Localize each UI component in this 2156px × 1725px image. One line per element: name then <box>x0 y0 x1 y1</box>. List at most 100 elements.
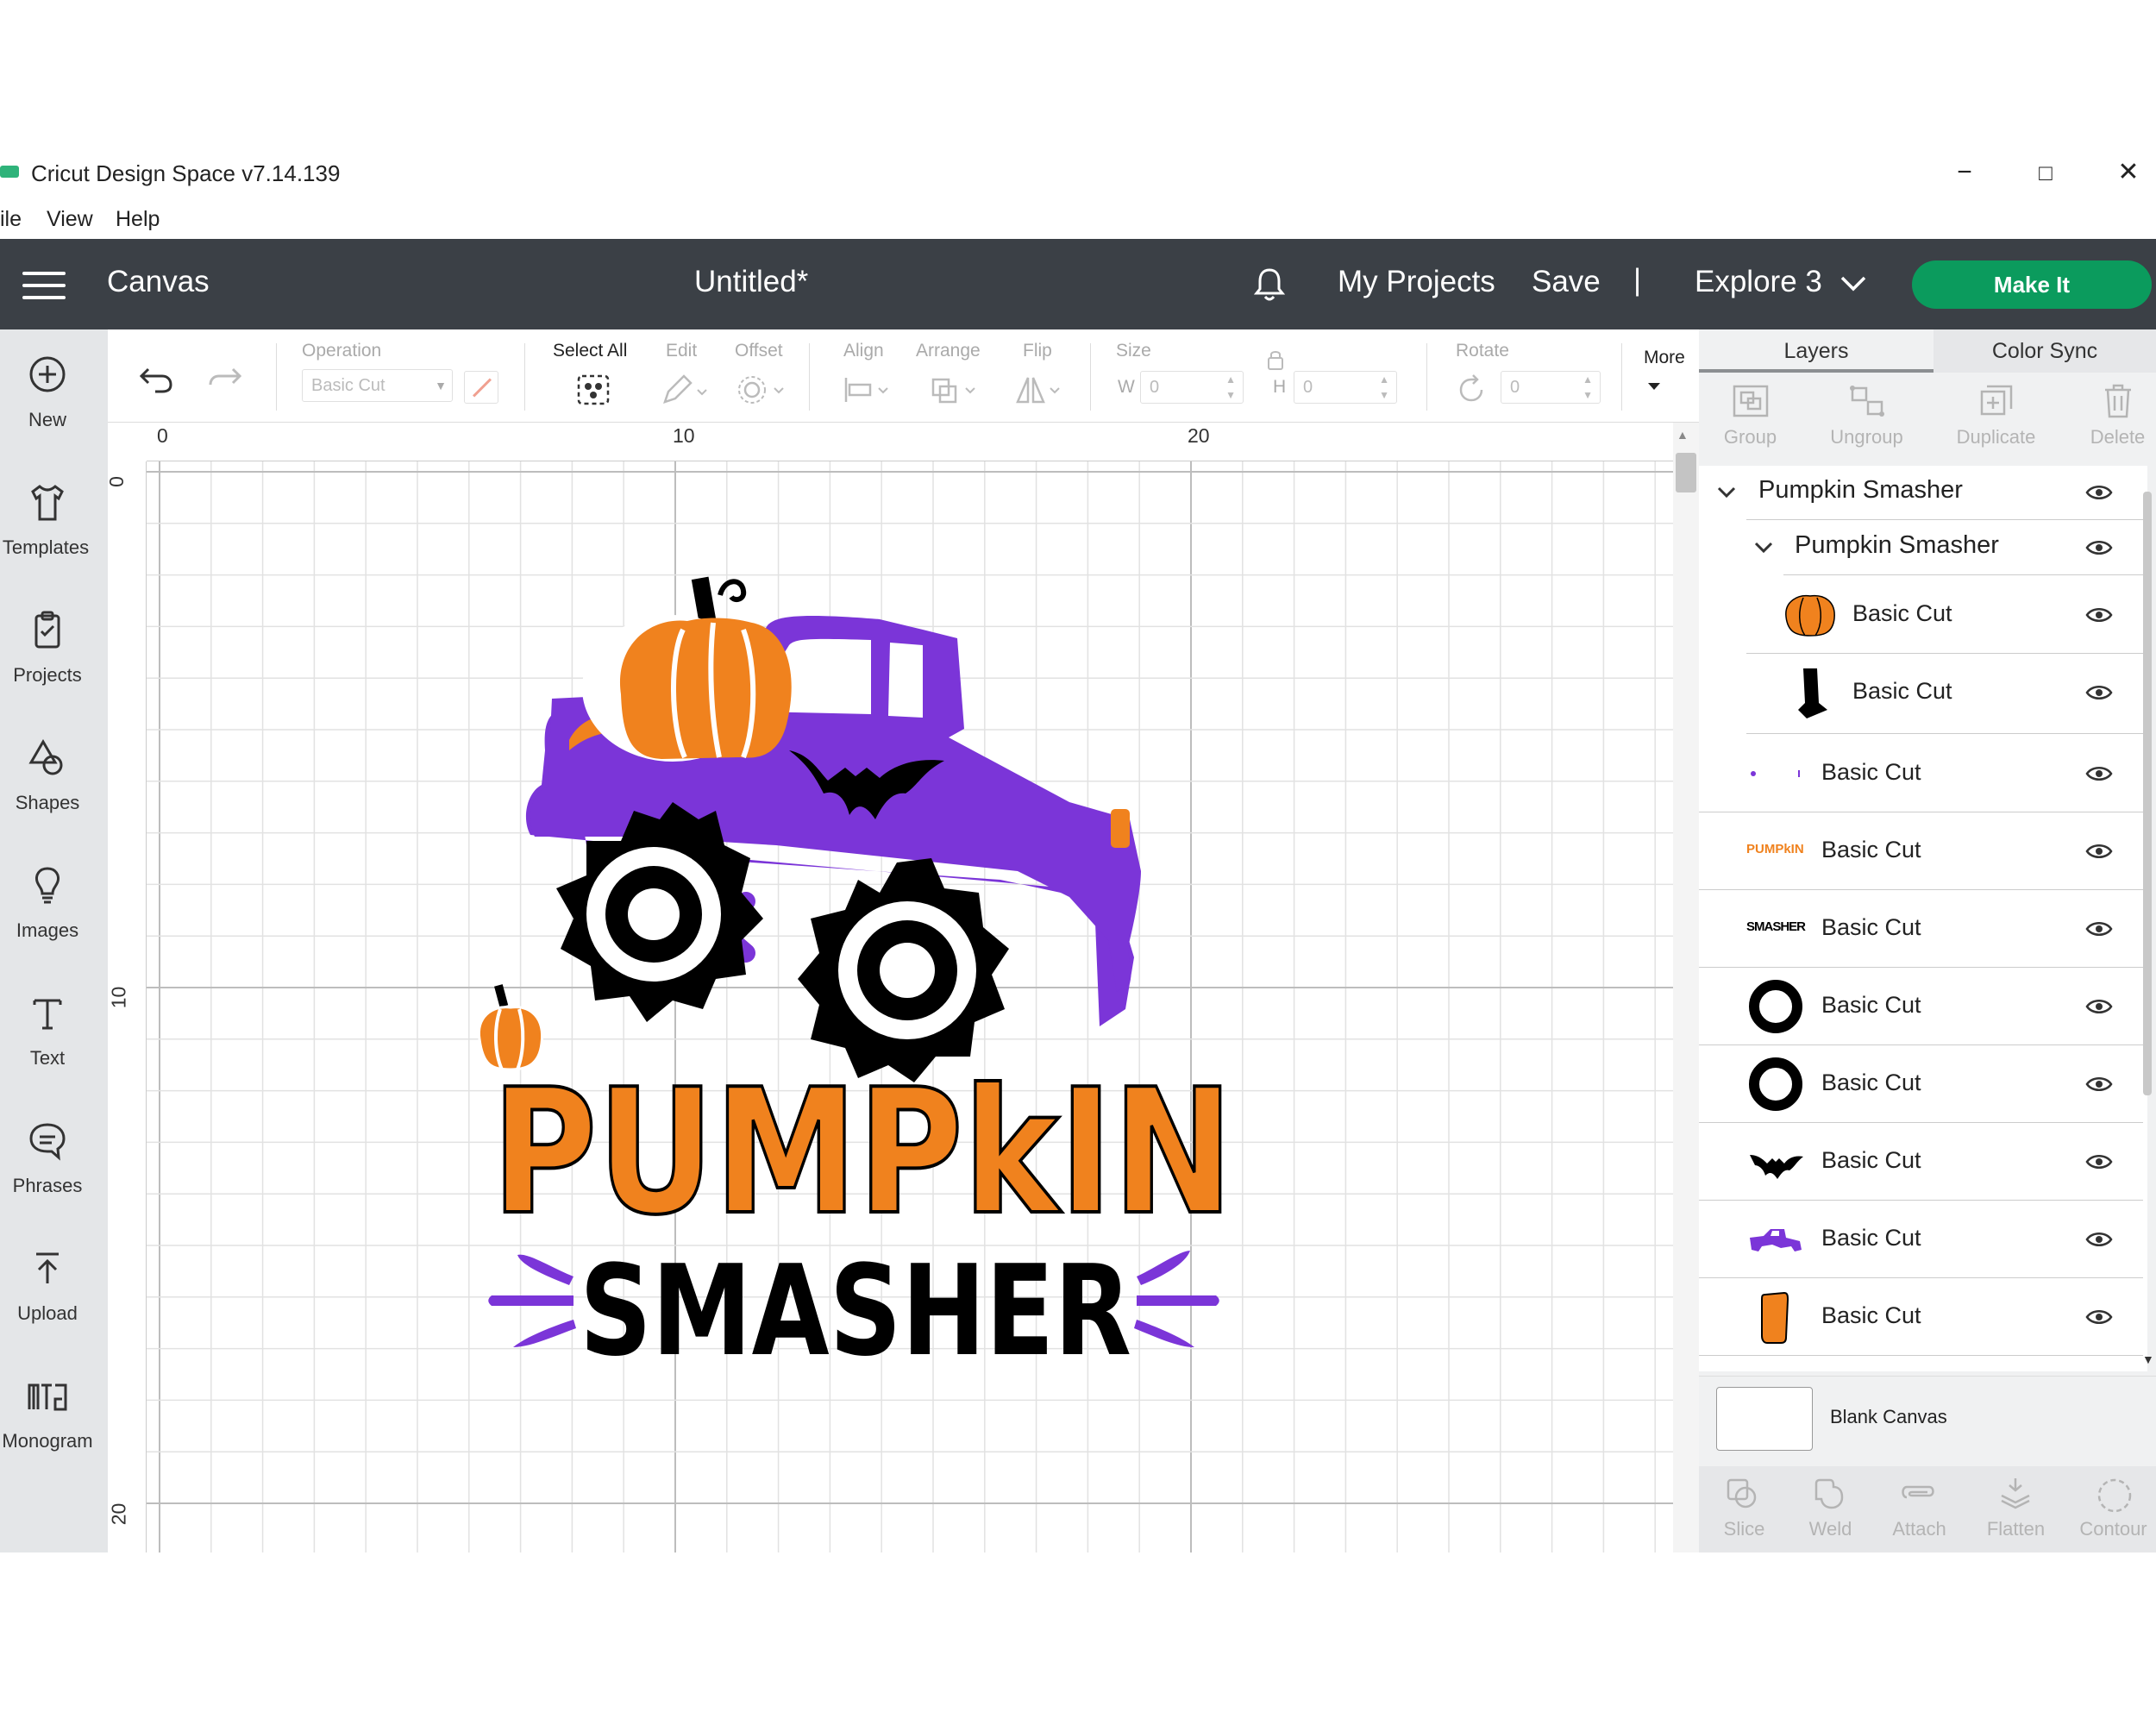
my-projects-link[interactable]: My Projects <box>1338 265 1495 299</box>
more-label[interactable]: More <box>1644 348 1685 368</box>
pumpkin-stem <box>691 576 717 623</box>
eye-icon[interactable] <box>2085 997 2113 1016</box>
eye-icon[interactable] <box>2085 1152 2113 1171</box>
canvas-scroll-thumb[interactable] <box>1676 453 1696 492</box>
ruler-horizontal: 0 10 20 <box>147 423 1673 461</box>
layer-row[interactable]: Basic Cut <box>1699 1045 2143 1123</box>
menu-view[interactable]: View <box>47 207 93 232</box>
menu-help[interactable]: Help <box>116 207 160 232</box>
align-icon[interactable] <box>841 373 894 407</box>
maximize-button[interactable]: □ <box>2028 155 2063 190</box>
eye-icon[interactable] <box>2085 842 2113 861</box>
sidebar-item-shapes[interactable]: Shapes <box>0 721 108 833</box>
group-label: Group <box>1723 426 1777 448</box>
canvas-vertical-scrollbar[interactable] <box>1673 423 1699 1552</box>
layer-row[interactable]: SMASHER Basic Cut <box>1699 890 2143 968</box>
flip-icon[interactable] <box>1014 373 1068 407</box>
undo-icon[interactable] <box>136 362 176 397</box>
speech-bubble-icon <box>29 1123 66 1161</box>
rotate-input[interactable]: 0 ▲ ▼ <box>1501 371 1601 404</box>
save-button[interactable]: Save <box>1532 265 1601 299</box>
eye-icon[interactable] <box>2085 605 2113 624</box>
layer-row[interactable]: Basic Cut <box>1746 576 2143 654</box>
more-caret-icon[interactable] <box>1645 380 1663 393</box>
sidebar-label: Shapes <box>15 792 80 813</box>
operation-select[interactable]: Basic Cut ▼ <box>302 369 453 402</box>
bell-icon[interactable] <box>1250 265 1289 304</box>
eye-icon[interactable] <box>2085 1230 2113 1249</box>
blank-canvas-swatch[interactable] <box>1716 1387 1813 1451</box>
layer-label: Basic Cut <box>1821 914 1921 940</box>
sidebar-item-new[interactable]: New <box>0 338 108 450</box>
layer-label: Basic Cut <box>1821 1070 1921 1095</box>
chevron-down-icon[interactable] <box>1753 540 1774 555</box>
pumpkin-body <box>619 618 792 759</box>
select-all-icon[interactable] <box>575 373 611 407</box>
sidebar-item-templates[interactable]: Templates <box>0 466 108 578</box>
tab-color-sync[interactable]: Color Sync <box>1934 329 2156 373</box>
chevron-down-icon[interactable] <box>1716 485 1737 500</box>
toolbar-divider <box>1426 343 1427 411</box>
layer-subgroup-row[interactable]: Pumpkin Smasher <box>1746 521 2143 574</box>
tab-layers[interactable]: Layers <box>1699 329 1934 373</box>
eye-icon[interactable] <box>2085 683 2113 702</box>
height-value: 0 <box>1303 378 1313 397</box>
hamburger-menu-icon[interactable] <box>22 272 66 299</box>
truck-window-back <box>888 643 923 718</box>
make-it-button[interactable]: Make It <box>1912 260 2152 309</box>
sidebar-item-text[interactable]: Text <box>0 976 108 1088</box>
chevron-down-icon[interactable] <box>1839 273 1868 293</box>
blank-canvas-label: Blank Canvas <box>1830 1406 1947 1427</box>
pumpkin-smasher-design[interactable]: PUMPkIN SMASHER <box>466 561 1242 1380</box>
document-title[interactable]: Untitled* <box>694 265 808 299</box>
eye-icon[interactable] <box>2085 919 2113 938</box>
layer-row[interactable]: PUMPkIN Basic Cut <box>1699 812 2143 890</box>
lock-icon[interactable] <box>1266 348 1285 371</box>
scroll-up-icon[interactable]: ▲ <box>1677 428 1689 442</box>
layer-group-row[interactable]: Pumpkin Smasher <box>1699 466 2143 519</box>
menu-file[interactable]: ile <box>0 207 22 232</box>
layer-label: Basic Cut <box>1821 1225 1921 1251</box>
layer-row[interactable]: Basic Cut <box>1699 735 2143 812</box>
truck-taillight <box>1111 809 1130 848</box>
sidebar-item-images[interactable]: Images <box>0 849 108 961</box>
width-value: 0 <box>1150 378 1160 397</box>
layer-row[interactable]: Basic Cut <box>1699 1123 2143 1201</box>
layer-thumb-dots <box>1751 770 1800 777</box>
ruler-vertical: 0 10 20 <box>104 461 147 1552</box>
eye-icon[interactable] <box>2085 483 2113 502</box>
layers-scrollbar[interactable] <box>2143 492 2152 1095</box>
eye-icon[interactable] <box>2085 538 2113 557</box>
offset-icon[interactable] <box>735 373 790 407</box>
layer-label: Basic Cut <box>1821 1302 1921 1328</box>
ruler-number: 10 <box>107 986 130 1009</box>
redo-icon[interactable] <box>205 362 245 397</box>
width-input[interactable]: 0 ▲ ▼ <box>1140 371 1244 404</box>
delete-label: Delete <box>2090 426 2146 448</box>
rotate-icon[interactable] <box>1454 373 1489 407</box>
attach-label: Attach <box>1892 1518 1946 1540</box>
align-label: Align <box>843 341 884 361</box>
sidebar-item-monogram[interactable]: Monogram <box>0 1359 108 1471</box>
height-input[interactable]: 0 ▲ ▼ <box>1294 371 1397 404</box>
ruler-number: 10 <box>673 424 695 447</box>
sidebar-item-phrases[interactable]: Phrases <box>0 1104 108 1216</box>
layer-row[interactable]: Basic Cut <box>1699 1201 2143 1278</box>
minimize-button[interactable]: − <box>1947 155 1982 190</box>
layer-row[interactable]: Basic Cut <box>1699 968 2143 1045</box>
eye-icon[interactable] <box>2085 764 2113 783</box>
machine-selector[interactable]: Explore 3 <box>1695 265 1822 299</box>
ruler-number: 0 <box>104 476 128 487</box>
flatten-label: Flatten <box>1986 1518 2046 1540</box>
eye-icon[interactable] <box>2085 1308 2113 1327</box>
layer-row[interactable]: Basic Cut <box>1746 654 2143 731</box>
eye-icon[interactable] <box>2085 1075 2113 1094</box>
close-button[interactable]: ✕ <box>2111 155 2146 190</box>
edit-pencil-icon[interactable] <box>660 373 711 407</box>
operation-color-swatch[interactable] <box>464 371 498 404</box>
layer-row[interactable]: Basic Cut <box>1699 1278 2143 1356</box>
arrange-icon[interactable] <box>930 373 983 407</box>
scroll-down-icon[interactable]: ▼ <box>2142 1352 2154 1366</box>
sidebar-item-upload[interactable]: Upload <box>0 1232 108 1344</box>
sidebar-item-projects[interactable]: Projects <box>0 593 108 706</box>
